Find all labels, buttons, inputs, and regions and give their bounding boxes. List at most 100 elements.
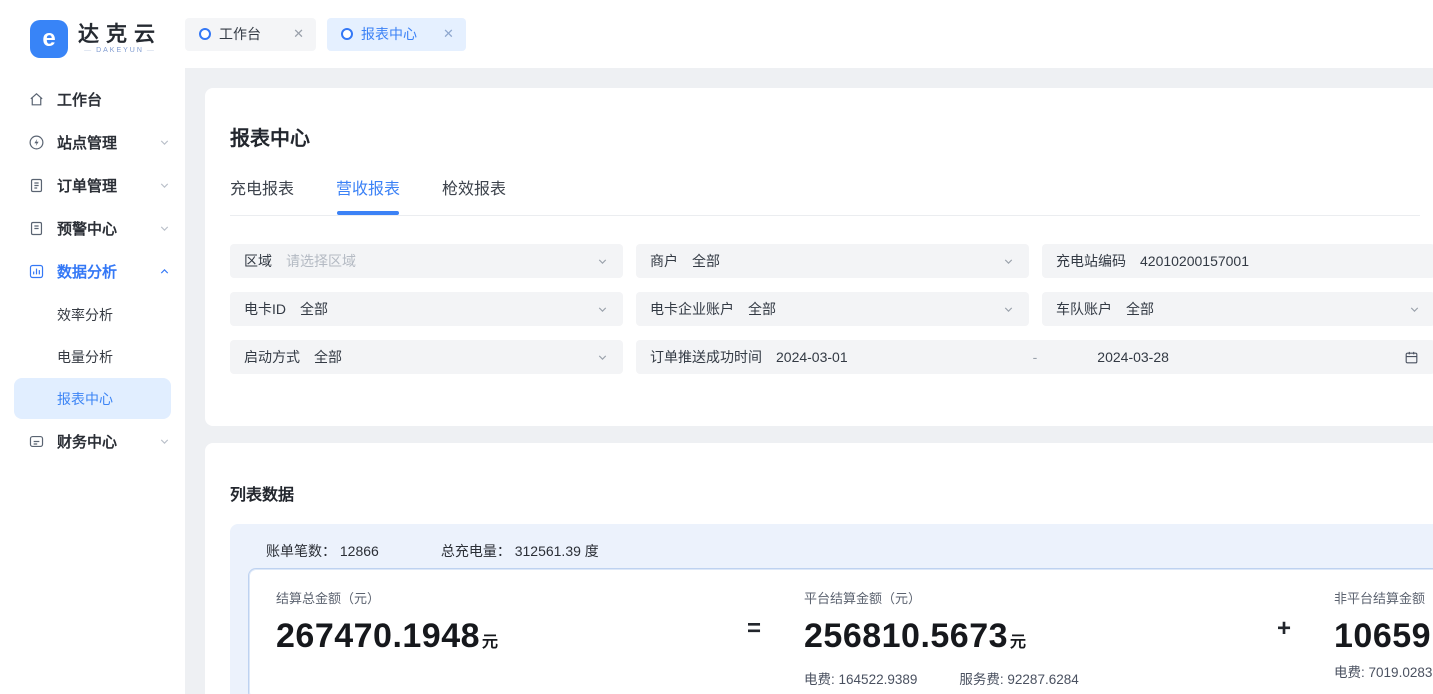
metric-label: 平台结算金额（元） (804, 588, 1259, 607)
electricity-fee: 电费: 164522.9389 (804, 668, 917, 688)
region-select[interactable]: 区域 请选择区域 (230, 244, 623, 278)
close-icon[interactable]: ✕ (267, 26, 304, 42)
brand-subtitle: DAKEYUN (81, 46, 159, 55)
merchant-select[interactable]: 商户 全部 (636, 244, 1029, 278)
sidebar-item-workbench[interactable]: 工作台 (0, 78, 185, 121)
dot-icon (199, 28, 211, 40)
field-value: 全部 (300, 299, 328, 319)
field-label: 充电站编码 (1056, 251, 1126, 271)
sidebar-item-label: 数据分析 (57, 261, 158, 282)
stat-label: 总充电量： (441, 543, 511, 559)
stat-label: 账单笔数： (266, 543, 336, 559)
start-mode-select[interactable]: 启动方式 全部 (230, 340, 623, 374)
sidebar-subitem-efficiency[interactable]: 效率分析 (14, 294, 171, 335)
field-label: 启动方式 (244, 347, 300, 367)
platform-settlement-block: 平台结算金额（元） 256810.5673元 电费: 164522.9389 服… (779, 569, 1259, 694)
field-value: 全部 (314, 347, 342, 367)
calendar-icon (1404, 350, 1419, 365)
metric-unit: 元 (1010, 634, 1027, 651)
fee-breakdown: 电费: 7019.0283 (1334, 661, 1433, 681)
field-label: 电卡企业账户 (650, 299, 734, 319)
sidebar-subitem-report-center[interactable]: 报表中心 (14, 378, 171, 419)
chevron-down-icon (1002, 303, 1015, 316)
sidebar-item-data-analysis[interactable]: 数据分析 (0, 250, 185, 293)
date-range-separator: - (1033, 349, 1038, 365)
sidebar-subitem-energy[interactable]: 电量分析 (14, 336, 171, 377)
field-value: 全部 (692, 251, 720, 271)
chevron-down-icon (1002, 255, 1015, 268)
card-enterprise-account-select[interactable]: 电卡企业账户 全部 (636, 292, 1029, 326)
report-tabs: 充电报表 营收报表 枪效报表 (230, 175, 1420, 216)
service-fee: 服务费: 92287.6284 (959, 668, 1078, 688)
metric-value: 267470.1948元 (276, 618, 729, 661)
field-label: 区域 (244, 251, 272, 271)
stat-value: 312561.39 度 (515, 543, 599, 559)
dot-icon (341, 28, 353, 40)
metric-label: 结算总金额（元） (276, 588, 729, 607)
date-end-value: 2024-03-28 (1097, 349, 1169, 365)
fee-breakdown: 电费: 164522.9389 服务费: 92287.6284 (804, 668, 1259, 688)
sidebar: e 达克云 DAKEYUN 工作台 站点管理 (0, 0, 185, 694)
top-tab-label: 工作台 (219, 24, 261, 44)
sidebar-item-label: 财务中心 (57, 431, 158, 452)
sidebar-item-stations[interactable]: 站点管理 (0, 121, 185, 164)
metric-value: 256810.5673元 (804, 618, 1259, 661)
summary-panel: 账单笔数： 12866 总充电量： 312561.39 度 结算总金额（元） 2… (230, 524, 1433, 694)
sidebar-item-label: 站点管理 (57, 132, 158, 153)
non-platform-settlement-block: 非平台结算金额 10659. 电费: 7019.0283 (1309, 569, 1433, 694)
chart-icon (28, 263, 45, 280)
list-data-title: 列表数据 (230, 481, 1433, 505)
metric-label: 非平台结算金额 (1334, 588, 1433, 607)
card-id-select[interactable]: 电卡ID 全部 (230, 292, 623, 326)
chevron-down-icon (596, 255, 609, 268)
tab-charging-report[interactable]: 充电报表 (230, 175, 294, 215)
chevron-down-icon (596, 351, 609, 364)
alert-icon (28, 220, 45, 237)
total-energy-stat: 总充电量： 312561.39 度 (441, 541, 599, 561)
tab-gun-efficiency-report[interactable]: 枪效报表 (442, 175, 506, 215)
brand-logo-icon: e (30, 20, 68, 58)
page-title: 报表中心 (230, 127, 1433, 151)
tab-revenue-report[interactable]: 营收报表 (336, 175, 400, 215)
settlement-summary-card: 结算总金额（元） 267470.1948元 = 平台结算金额（元） 256810… (248, 568, 1433, 694)
chevron-down-icon (158, 136, 171, 149)
sidebar-item-finance[interactable]: 财务中心 (0, 420, 185, 463)
top-tab-bar: 工作台 ✕ 报表中心 ✕ (185, 0, 1433, 68)
finance-icon (28, 433, 45, 450)
order-push-time-range-picker[interactable]: 订单推送成功时间 2024-03-01 - 2024-03-28 (636, 340, 1433, 374)
stat-value: 12866 (340, 543, 379, 559)
chevron-down-icon (158, 222, 171, 235)
top-tab-report-center[interactable]: 报表中心 ✕ (327, 18, 466, 51)
sidebar-subitem-label: 电量分析 (57, 347, 113, 367)
top-tab-label: 报表中心 (361, 24, 417, 44)
station-icon (28, 134, 45, 151)
app-window: e 达克云 DAKEYUN 工作台 站点管理 (0, 0, 1433, 694)
sidebar-nav: 工作台 站点管理 订单管理 (0, 64, 185, 463)
chevron-down-icon (1408, 303, 1421, 316)
home-icon (28, 91, 45, 108)
equals-operator: = (729, 569, 779, 694)
fleet-account-select[interactable]: 车队账户 全部 (1042, 292, 1433, 326)
brand: e 达克云 DAKEYUN (0, 0, 185, 64)
close-icon[interactable]: ✕ (417, 26, 454, 42)
sidebar-subitem-label: 效率分析 (57, 305, 113, 325)
field-label: 订单推送成功时间 (650, 347, 762, 367)
chevron-down-icon (596, 303, 609, 316)
filter-bar: 区域 请选择区域 商户 全部 充电站编码 42010200157001 电卡ID… (230, 244, 1433, 374)
field-value: 42010200157001 (1140, 253, 1249, 269)
top-tab-workbench[interactable]: 工作台 ✕ (185, 18, 316, 51)
list-data-card: 列表数据 账单笔数： 12866 总充电量： 312561.39 度 结算总金额… (205, 443, 1433, 694)
station-code-input[interactable]: 充电站编码 42010200157001 (1042, 244, 1433, 278)
sidebar-item-alerts[interactable]: 预警中心 (0, 207, 185, 250)
field-label: 商户 (650, 251, 678, 271)
sidebar-item-label: 预警中心 (57, 218, 158, 239)
sidebar-item-orders[interactable]: 订单管理 (0, 164, 185, 207)
metric-value: 10659. (1334, 618, 1433, 654)
chevron-down-icon (158, 179, 171, 192)
sidebar-subitem-label: 报表中心 (57, 389, 113, 409)
bill-count-stat: 账单笔数： 12866 (266, 541, 379, 561)
main-content: 报表中心 充电报表 营收报表 枪效报表 区域 请选择区域 商户 全部 (185, 68, 1433, 694)
electricity-fee: 电费: 7019.0283 (1334, 661, 1432, 681)
total-settlement-block: 结算总金额（元） 267470.1948元 (249, 569, 729, 694)
field-value: 全部 (748, 299, 776, 319)
